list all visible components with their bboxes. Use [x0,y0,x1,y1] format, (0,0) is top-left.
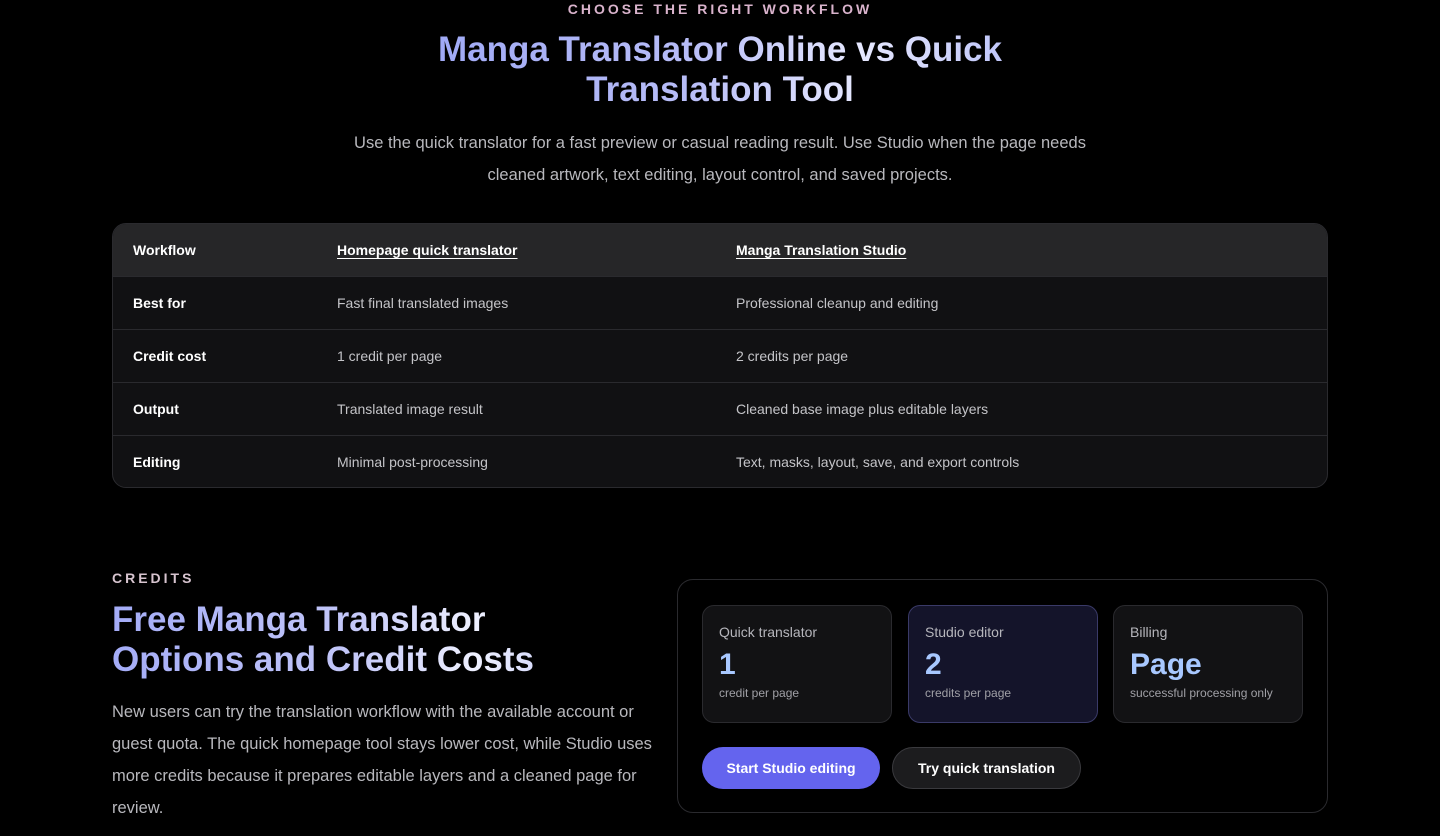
row-label: Credit cost [133,348,207,364]
card-label: Studio editor [925,624,1004,640]
row-quick-value: Fast final translated images [337,295,509,311]
quick-translator-card: Quick translator 1 credit per page [702,605,892,723]
workflow-lead-line2: cleaned artwork, text editing, layout co… [487,166,953,184]
table-row: Output Translated image result Cleaned b… [113,382,1327,435]
billing-card: Billing Page successful processing only [1113,605,1303,723]
page: CHOOSE THE RIGHT WORKFLOW Manga Translat… [0,0,1440,836]
card-value: 1 [719,648,736,681]
row-label: Editing [133,454,181,470]
row-quick-value: 1 credit per page [337,348,443,364]
credits-eyebrow: CREDITS [112,570,195,586]
row-studio-value: Cleaned base image plus editable layers [736,401,989,417]
try-quick-translation-button[interactable]: Try quick translation [892,747,1081,789]
row-studio-value: 2 credits per page [736,348,849,364]
row-studio-value: Professional cleanup and editing [736,295,939,311]
card-subtext: successful processing only [1130,686,1273,700]
workflow-lead: Use the quick translator for a fast prev… [320,127,1120,191]
card-subtext: credits per page [925,686,1012,700]
header-studio: Manga Translation Studio [736,242,1327,258]
card-subtext: credit per page [719,686,800,700]
header-quick-translator: Homepage quick translator [337,242,736,258]
workflow-lead-line1: Use the quick translator for a fast prev… [354,134,1086,152]
table-row: Credit cost 1 credit per page 2 credits … [113,329,1327,382]
credits-lead: New users can try the translation workfl… [112,703,652,817]
table-header-row: Workflow Homepage quick translator Manga… [113,224,1327,276]
workflow-title: Manga Translator Online vs Quick Transla… [370,30,1070,110]
card-value: Page [1130,648,1202,681]
workflow-eyebrow: CHOOSE THE RIGHT WORKFLOW [567,1,873,17]
workflow-title-line2: Translation Tool [586,70,854,109]
studio-link[interactable]: Manga Translation Studio [736,242,906,258]
table-row: Editing Minimal post-processing Text, ma… [113,435,1327,487]
workflow-title-line1: Manga Translator Online vs Quick [437,30,1003,69]
row-label: Output [133,401,179,417]
card-label: Billing [1130,624,1168,640]
card-value: 2 [925,648,942,681]
credits-title-line1: Free Manga Translator [112,600,486,639]
row-label: Best for [133,295,186,311]
row-quick-value: Translated image result [337,401,483,417]
start-studio-editing-button[interactable]: Start Studio editing [702,747,880,789]
quick-translator-link[interactable]: Homepage quick translator [337,242,518,258]
credits-title-line2: Options and Credit Costs [112,640,534,679]
credit-panel: Quick translator 1 credit per page Studi… [677,579,1328,813]
header-workflow: Workflow [133,242,196,258]
credits-title: Free Manga Translator Options and Credit… [112,600,632,680]
row-quick-value: Minimal post-processing [337,454,488,470]
comparison-table: Workflow Homepage quick translator Manga… [112,223,1328,488]
studio-editor-card: Studio editor 2 credits per page [908,605,1098,723]
card-label: Quick translator [719,624,818,640]
table-row: Best for Fast final translated images Pr… [113,276,1327,329]
row-studio-value: Text, masks, layout, save, and export co… [736,454,1020,470]
